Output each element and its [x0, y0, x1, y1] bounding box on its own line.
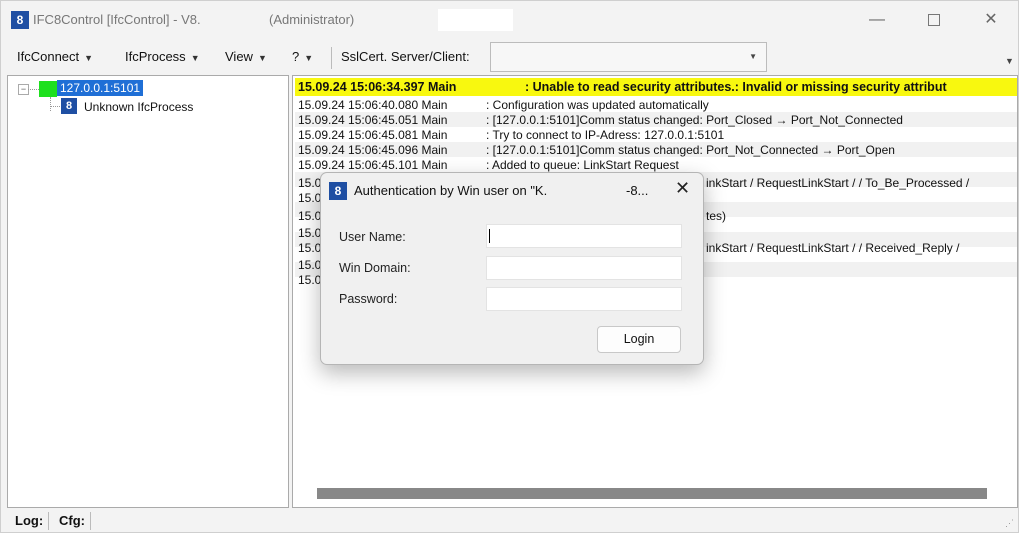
chevron-down-icon: ▼ [749, 52, 757, 61]
tree-connector [50, 97, 51, 111]
log-timestamp: 15.09.24 15:06:45.051 Main [298, 113, 448, 127]
dialog-title: Authentication by Win user on "K. [354, 183, 548, 198]
ssl-cert-combobox[interactable]: ▼ [490, 42, 767, 72]
log-timestamp: 15.0 [298, 241, 322, 255]
log-message: : Unable to read security attributes.: I… [525, 80, 947, 94]
ifc8-app-icon: 8 [329, 182, 347, 200]
resize-grip-icon[interactable]: ⋰ [1005, 518, 1014, 529]
log-message: inkStart / RequestLinkStart / / To_Be_Pr… [706, 176, 970, 190]
win-domain-label: Win Domain: [339, 261, 411, 275]
dialog-close-button[interactable]: ✕ [675, 178, 690, 199]
log-timestamp: 15.09.24 15:06:45.081 Main [298, 128, 448, 142]
chevron-down-icon: ▼ [190, 53, 200, 63]
toolbar-overflow-icon[interactable]: ▼ [1005, 56, 1014, 66]
ssl-cert-label: SslCert. Server/Client: [341, 49, 470, 64]
menu-help[interactable]: ? ▼ [292, 49, 313, 64]
ifc8-app-icon: 8 [11, 11, 29, 29]
log-timestamp: 15.0 [298, 258, 322, 272]
window-title-suffix: (Administrator) [269, 12, 355, 27]
dialog-title-tail: -8... [626, 183, 649, 198]
cfg-tab[interactable]: Cfg: [59, 512, 91, 530]
log-warning-row: 15.09.24 15:06:34.397 Main : Unable to r… [295, 78, 1017, 96]
user-name-input[interactable] [486, 224, 682, 248]
login-button[interactable]: Login [597, 326, 681, 353]
log-timestamp: 15.09.24 15:06:45.096 Main [298, 143, 448, 157]
log-message: : Configuration was updated automaticall… [486, 98, 709, 112]
authentication-dialog: 8 Authentication by Win user on "K. -8..… [320, 172, 704, 365]
log-message: : [127.0.0.1:5101]Comm status changed: P… [486, 143, 895, 157]
title-blank-field [438, 9, 513, 31]
menu-ifcconnect[interactable]: IfcConnect ▼ [17, 49, 93, 64]
log-timestamp: 15.09.24 15:06:40.080 Main [298, 98, 448, 112]
log-message: : Try to connect to IP-Adress: 127.0.0.1… [486, 128, 725, 142]
win-domain-input[interactable] [486, 256, 682, 280]
password-label: Password: [339, 292, 398, 306]
connection-status-indicator [39, 81, 57, 97]
log-tab[interactable]: Log: [15, 512, 50, 530]
chevron-down-icon: ▼ [257, 53, 267, 63]
minimize-button[interactable]: — [854, 1, 900, 39]
log-timestamp: 15.0 [298, 273, 322, 287]
log-timestamp: 15.0 [298, 191, 322, 205]
horizontal-scrollbar-thumb[interactable] [317, 488, 987, 499]
log-timestamp: 15.0 [298, 226, 322, 240]
user-name-label: User Name: [339, 230, 406, 244]
connection-tree: − 127.0.0.1:5101 8 Unknown IfcProcess [7, 75, 289, 508]
menu-view[interactable]: View ▼ [225, 49, 267, 64]
maximize-icon [928, 13, 940, 26]
log-message: inkStart / RequestLinkStart / / Received… [706, 241, 960, 255]
menu-toolbar: IfcConnect ▼ IfcProcess ▼ View ▼ ? ▼ SslCert… [1, 39, 1018, 73]
log-message: : Added to queue: LinkStart Request [486, 158, 679, 172]
menu-ifcprocess[interactable]: IfcProcess ▼ [125, 49, 200, 64]
maximize-button[interactable] [911, 1, 957, 39]
window-title: IFC8Control [IfcControl] - V8. [33, 12, 201, 27]
log-timestamp: 15.09.24 15:06:45.101 Main [298, 158, 448, 172]
status-bar: Log: Cfg: ⋰ [1, 508, 1018, 532]
menu-ifcprocess-label: IfcProcess [125, 49, 186, 64]
ifc-process-icon: 8 [61, 98, 77, 114]
password-input[interactable] [486, 287, 682, 311]
text-cursor [489, 229, 490, 243]
log-timestamp: 15.0 [298, 176, 322, 190]
log-timestamp: 15.0 [298, 209, 322, 223]
tree-node-process[interactable]: Unknown IfcProcess [84, 100, 193, 114]
log-message: : [127.0.0.1:5101]Comm status changed: P… [486, 113, 903, 127]
menu-help-label: ? [292, 49, 300, 64]
chevron-down-icon: ▼ [84, 53, 94, 63]
chevron-down-icon: ▼ [304, 53, 314, 63]
toolbar-separator [331, 47, 332, 69]
menu-ifcconnect-label: IfcConnect [17, 49, 80, 64]
title-bar: 8 IFC8Control [IfcControl] - V8. (Admini… [1, 1, 1018, 39]
log-message: tes) [706, 209, 727, 223]
menu-view-label: View [225, 49, 253, 64]
tree-node-connection[interactable]: 127.0.0.1:5101 [57, 80, 144, 96]
log-timestamp: 15.09.24 15:06:34.397 Main [298, 80, 457, 94]
close-window-button[interactable]: ✕ [968, 1, 1014, 39]
